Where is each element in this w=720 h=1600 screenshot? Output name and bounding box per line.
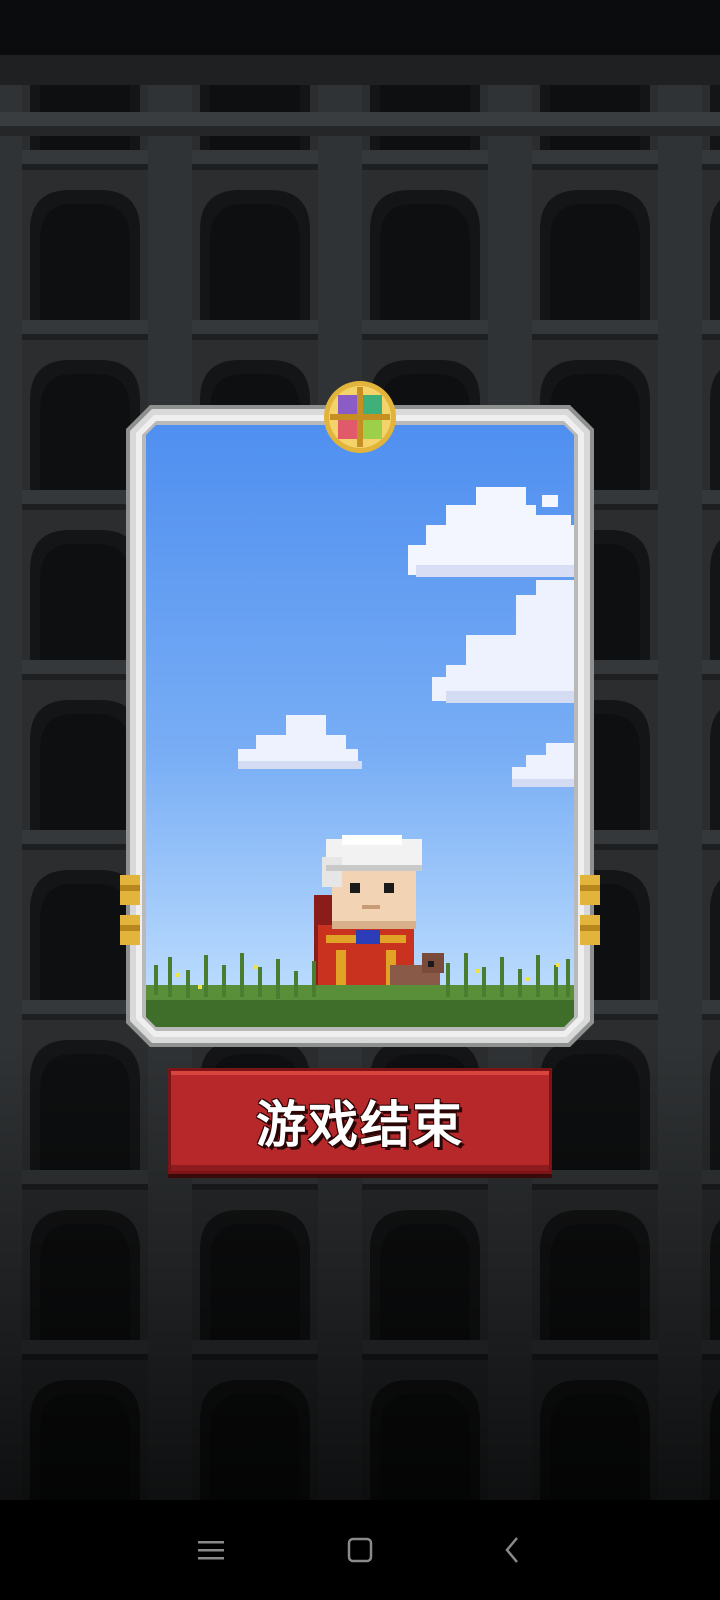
game-over-label: 游戏结束: [256, 1096, 464, 1154]
back-chevron-icon[interactable]: [482, 1520, 542, 1580]
system-navigation-bar: [0, 1500, 720, 1600]
sky-scene: [146, 425, 574, 1027]
quad-emblem-icon: [324, 381, 396, 453]
character-card: [120, 381, 600, 1047]
home-square-icon[interactable]: [330, 1520, 390, 1580]
game-over-button[interactable]: 游戏结束: [168, 1068, 552, 1174]
left-gold-clip: [120, 875, 140, 945]
right-gold-clip: [580, 875, 600, 945]
menu-icon[interactable]: [181, 1520, 241, 1580]
